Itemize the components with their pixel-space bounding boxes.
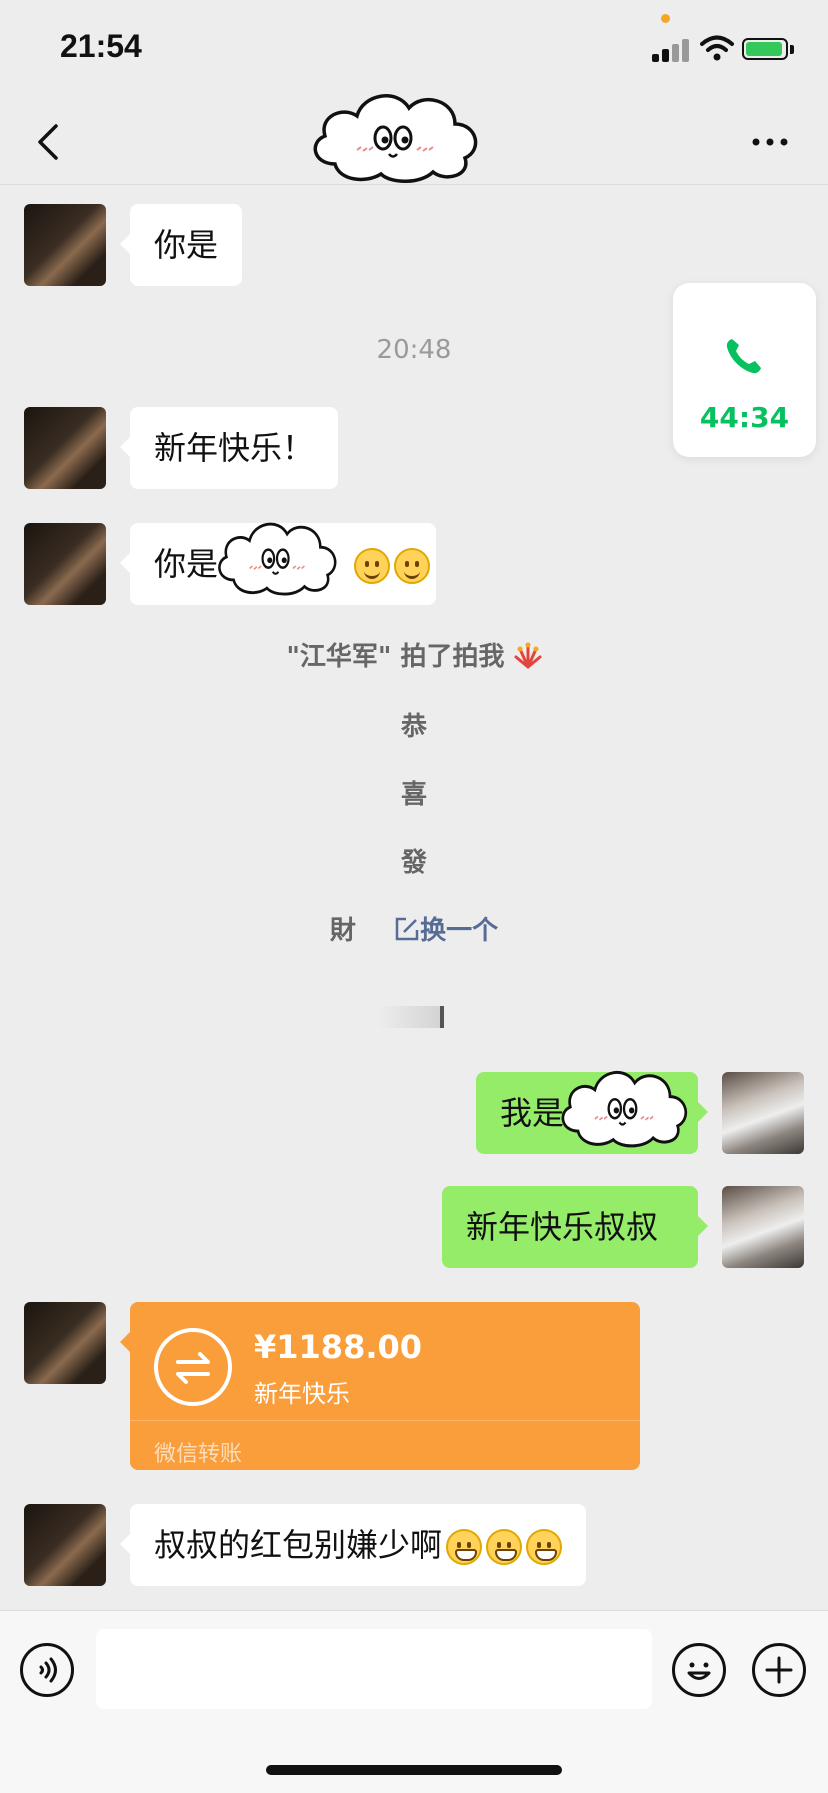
transfer-note: 新年快乐 xyxy=(254,1380,350,1408)
blurred-region xyxy=(378,1006,444,1028)
message-bubble[interactable]: 你是 xyxy=(119,204,243,286)
call-duration: 44:34 xyxy=(699,401,790,434)
voice-icon[interactable] xyxy=(20,1643,74,1697)
message-text: 叔叔的红包别嫌少啊 xyxy=(154,1526,443,1564)
change-link[interactable]: 换一个 xyxy=(394,916,498,946)
self-avatar[interactable] xyxy=(722,1072,804,1154)
message-bubble[interactable]: 叔叔的红包别嫌少啊 xyxy=(119,1504,587,1586)
firecracker-icon xyxy=(514,642,542,669)
pat-suffix-row: 財 换一个 xyxy=(0,910,828,947)
transfer-amount: ¥1188.00 xyxy=(254,1328,423,1366)
pat-suffix-line: 財 xyxy=(329,916,356,946)
nav-bar xyxy=(0,94,828,185)
contact-avatar[interactable] xyxy=(24,204,106,286)
grin-emoji-icon xyxy=(446,1529,483,1565)
contact-avatar[interactable] xyxy=(24,407,106,489)
emoji-icon[interactable] xyxy=(672,1643,726,1697)
transfer-icon xyxy=(154,1328,232,1406)
message-bubble[interactable]: 新年快乐！ xyxy=(119,407,339,489)
pat-suffix-line: 恭 xyxy=(400,712,427,742)
plus-icon[interactable] xyxy=(752,1643,806,1697)
pat-notice: "江华军" 拍了拍我 xyxy=(0,636,828,673)
cloud-sticker-icon xyxy=(561,1070,688,1148)
message-input[interactable] xyxy=(96,1629,652,1709)
grin-emoji-icon xyxy=(486,1529,523,1565)
input-bar xyxy=(0,1610,828,1793)
more-icon[interactable] xyxy=(746,130,794,154)
battery-icon xyxy=(742,38,788,60)
message-text: 你是 xyxy=(154,545,219,583)
cloud-sticker-icon xyxy=(217,522,337,596)
pat-suffix-line: 喜 xyxy=(400,780,427,810)
smile-emoji-icon xyxy=(394,548,431,584)
transfer-footer: 微信转账 xyxy=(154,1442,243,1467)
contact-avatar[interactable] xyxy=(24,1302,106,1384)
grin-emoji-icon xyxy=(526,1529,563,1565)
edit-icon xyxy=(395,917,419,941)
voice-call-float[interactable]: 44:34 xyxy=(673,283,816,457)
signal-icon xyxy=(652,38,692,62)
message-bubble-self[interactable]: 新年快乐叔叔 xyxy=(442,1186,708,1268)
phone-icon xyxy=(726,339,761,374)
wechat-transfer-card[interactable]: ¥1188.00 新年快乐 微信转账 xyxy=(120,1302,640,1470)
contact-avatar[interactable] xyxy=(24,1504,106,1586)
pat-suffix-line: 發 xyxy=(400,848,427,878)
wifi-icon xyxy=(700,35,734,61)
contact-avatar[interactable] xyxy=(24,523,106,605)
cloud-sticker-icon xyxy=(313,94,478,184)
mic-indicator-dot xyxy=(661,14,670,23)
smile-emoji-icon xyxy=(354,548,391,584)
back-icon[interactable] xyxy=(28,120,72,164)
home-indicator[interactable] xyxy=(266,1765,562,1775)
status-time: 21:54 xyxy=(60,28,142,64)
self-avatar[interactable] xyxy=(722,1186,804,1268)
